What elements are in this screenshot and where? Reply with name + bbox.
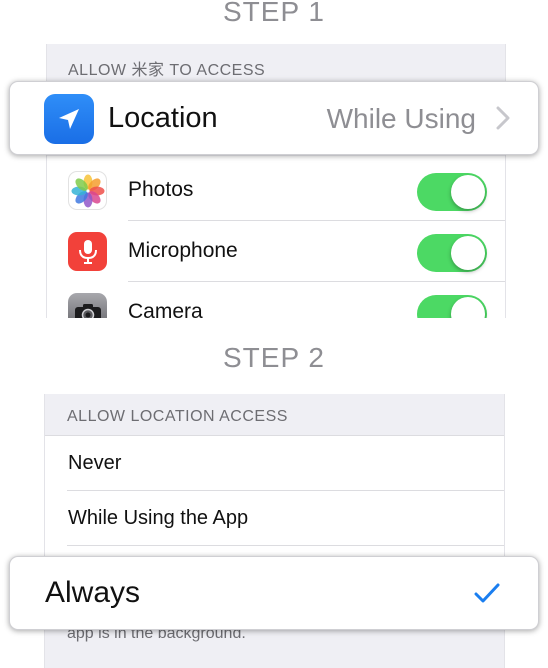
microphone-toggle[interactable]	[417, 234, 487, 272]
option-label: Always	[45, 576, 141, 609]
permission-label-camera: Camera	[128, 300, 203, 318]
location-value: While Using	[326, 103, 476, 134]
option-label: While Using the App	[68, 507, 249, 529]
location-row[interactable]: Location While Using	[9, 81, 539, 155]
option-while-using[interactable]: While Using the App	[45, 491, 504, 546]
location-label: Location	[108, 102, 218, 134]
chevron-right-icon	[496, 106, 510, 130]
permission-row-photos: Photos	[47, 160, 505, 221]
camera-icon	[68, 293, 107, 318]
toggle-knob	[451, 297, 485, 318]
option-label: Never	[68, 452, 122, 474]
section-header-label: ALLOW 米家 TO ACCESS	[68, 62, 266, 79]
step-2-title: STEP 2	[223, 342, 325, 373]
permission-row-microphone: Microphone	[47, 221, 505, 282]
section-header: ALLOW LOCATION ACCESS	[45, 394, 504, 436]
toggle-knob	[451, 236, 485, 270]
microphone-icon	[68, 232, 107, 271]
permission-label-microphone: Microphone	[128, 239, 238, 262]
toggle-knob	[451, 175, 485, 209]
row-divider	[67, 545, 504, 546]
camera-toggle[interactable]	[417, 295, 487, 318]
photos-icon	[68, 171, 107, 210]
permission-label-photos: Photos	[128, 178, 194, 201]
photos-toggle[interactable]	[417, 173, 487, 211]
checkmark-icon	[474, 583, 500, 603]
permission-row-camera: Camera	[47, 282, 505, 318]
location-arrow-icon	[44, 94, 94, 144]
option-always[interactable]: Always	[9, 556, 539, 630]
section-header-label: ALLOW LOCATION ACCESS	[67, 408, 288, 425]
option-never[interactable]: Never	[45, 436, 504, 491]
step-1-title: STEP 1	[223, 0, 325, 27]
